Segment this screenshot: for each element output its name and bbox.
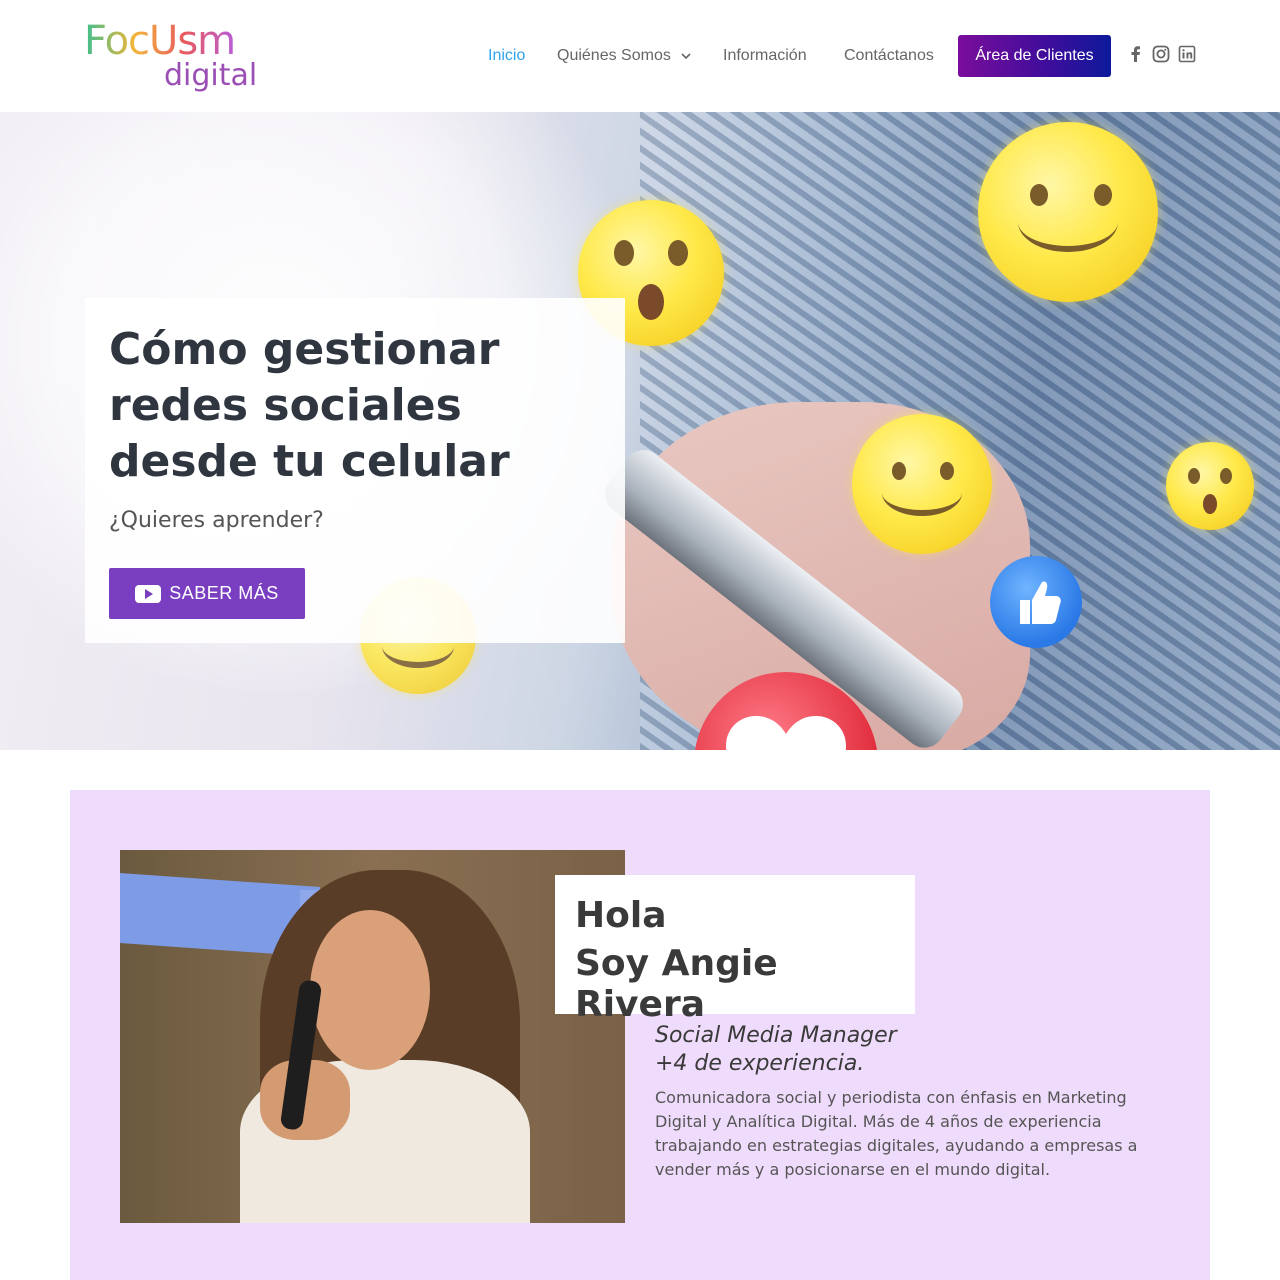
linkedin-icon[interactable] <box>1178 45 1196 63</box>
site-header: FocUsm digital Inicio Quiénes Somos Info… <box>0 0 1280 112</box>
role-text: Social Media Manager +4 de experiencia. <box>655 1022 897 1078</box>
profile-photo <box>120 850 625 1223</box>
youtube-play-icon <box>135 584 162 603</box>
bio-paragraph: Comunicadora social y periodista con énf… <box>655 1088 1138 1179</box>
nav-item-informacion[interactable]: Información <box>723 35 807 77</box>
nav-item-contactanos[interactable]: Contáctanos <box>844 35 934 77</box>
hero-card: Cómo gestionar redes sociales desde tu c… <box>85 298 625 643</box>
greeting-heading: Hola <box>575 895 667 936</box>
client-area-button[interactable]: Área de Clientes <box>958 35 1111 77</box>
surprised-emoji-icon <box>1166 442 1254 530</box>
brand-logo[interactable]: FocUsm digital <box>84 18 258 98</box>
chevron-down-icon <box>681 53 691 59</box>
saber-mas-button[interactable]: SABER MÁS <box>109 568 305 619</box>
role-line-2: +4 de experiencia. <box>655 1051 865 1076</box>
name-heading: Soy Angie Rivera <box>575 943 778 1025</box>
name-heading-box: Hola Soy Angie Rivera <box>555 875 915 1025</box>
saber-mas-label: SABER MÁS <box>169 583 279 603</box>
hero-section: Cómo gestionar redes sociales desde tu c… <box>0 112 1280 750</box>
smile-emoji-icon <box>852 414 992 554</box>
nav-item-quienes-somos[interactable]: Quiénes Somos <box>557 35 691 77</box>
hero-title: Cómo gestionar redes sociales desde tu c… <box>109 324 510 487</box>
hero-subtitle: ¿Quieres aprender? <box>109 508 324 533</box>
thumbs-up-icon <box>990 556 1082 648</box>
nav-item-inicio[interactable]: Inicio <box>488 35 525 77</box>
heart-icon <box>694 672 878 750</box>
instagram-icon[interactable] <box>1152 45 1170 63</box>
nav-item-label: Quiénes Somos <box>557 47 671 64</box>
smile-emoji-icon <box>978 122 1158 302</box>
about-section: Hola Soy Angie Rivera Social Media Manag… <box>70 790 1210 1280</box>
facebook-icon[interactable] <box>1127 45 1145 63</box>
logo-wordmark-bottom: digital <box>164 58 258 93</box>
role-line-1: Social Media Manager <box>655 1023 897 1048</box>
